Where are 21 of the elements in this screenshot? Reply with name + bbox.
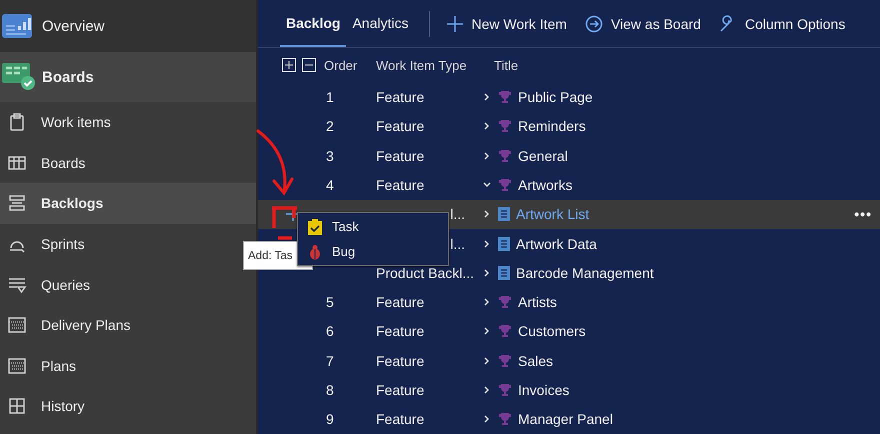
type-cell: Feature bbox=[376, 89, 424, 106]
type-cell: Feature bbox=[376, 323, 424, 340]
order-cell: 5 bbox=[326, 294, 334, 310]
order-cell: 4 bbox=[326, 177, 334, 194]
order-cell: 8 bbox=[326, 382, 334, 398]
type-cell: Product Backl... bbox=[376, 264, 474, 281]
order-cell: 9 bbox=[326, 411, 334, 428]
order-cell: 3 bbox=[326, 148, 334, 164]
order-cell: 2 bbox=[326, 118, 334, 134]
type-cell: Feature bbox=[376, 118, 424, 134]
type-cell: Feature bbox=[376, 148, 424, 164]
order-cell: 6 bbox=[326, 323, 334, 340]
type-cell: l... bbox=[450, 236, 465, 252]
type-cell: l... bbox=[450, 206, 465, 222]
type-cell: Feature bbox=[376, 411, 424, 428]
order-cell: 7 bbox=[326, 352, 334, 369]
type-cell: Feature bbox=[376, 382, 424, 398]
order-cell: 1 bbox=[326, 89, 334, 106]
type-cell: Feature bbox=[376, 352, 424, 369]
type-cell: Feature bbox=[376, 294, 424, 310]
type-cell: Feature bbox=[376, 177, 424, 194]
